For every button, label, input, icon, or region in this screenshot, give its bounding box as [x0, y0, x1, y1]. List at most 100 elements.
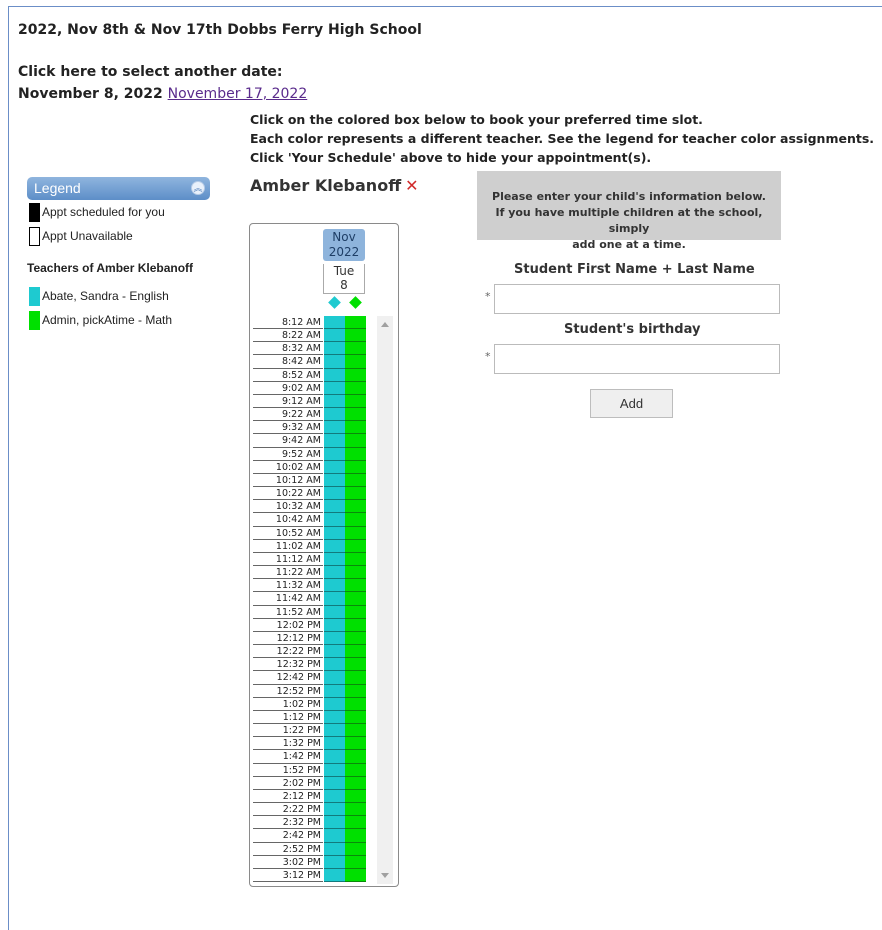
slot-teacher-b[interactable] — [345, 842, 366, 856]
slot-teacher-a[interactable] — [324, 434, 345, 448]
slot-teacher-b[interactable] — [345, 473, 366, 488]
slot-teacher-b[interactable] — [345, 460, 366, 474]
add-button[interactable]: Add — [590, 389, 673, 418]
slot-teacher-a[interactable] — [324, 566, 345, 580]
slot-teacher-a[interactable] — [324, 816, 345, 830]
legend-header[interactable]: Legend ︽ — [27, 177, 210, 200]
slot-teacher-a[interactable] — [324, 368, 345, 382]
slot-teacher-b[interactable] — [345, 500, 366, 514]
slot-teacher-b[interactable] — [345, 394, 366, 409]
slot-teacher-a[interactable] — [324, 605, 345, 619]
time-slot-row: 2:42 PM — [253, 829, 366, 843]
slot-teacher-b[interactable] — [345, 513, 366, 527]
slot-teacher-a[interactable] — [324, 724, 345, 738]
slot-teacher-b[interactable] — [345, 368, 366, 382]
slot-teacher-b[interactable] — [345, 631, 366, 646]
slot-teacher-a[interactable] — [324, 868, 345, 882]
slot-teacher-a[interactable] — [324, 645, 345, 659]
slot-teacher-a[interactable] — [324, 394, 345, 409]
collapse-icon[interactable]: ︽ — [191, 181, 205, 195]
slot-teacher-b[interactable] — [345, 579, 366, 593]
slot-teacher-a[interactable] — [324, 381, 345, 395]
slot-teacher-b[interactable] — [345, 829, 366, 843]
slot-teacher-a[interactable] — [324, 763, 345, 777]
slot-teacher-b[interactable] — [345, 342, 366, 356]
slot-teacher-b[interactable] — [345, 566, 366, 580]
slot-teacher-b[interactable] — [345, 434, 366, 448]
slot-teacher-b[interactable] — [345, 605, 366, 619]
slot-teacher-b[interactable] — [345, 421, 366, 435]
slot-teacher-b[interactable] — [345, 526, 366, 540]
slot-teacher-a[interactable] — [324, 671, 345, 685]
slot-teacher-b[interactable] — [345, 816, 366, 830]
slot-teacher-b[interactable] — [345, 316, 366, 330]
slot-teacher-a[interactable] — [324, 539, 345, 553]
slot-teacher-b[interactable] — [345, 658, 366, 672]
slot-teacher-a[interactable] — [324, 487, 345, 501]
slot-teacher-b[interactable] — [345, 868, 366, 882]
slot-teacher-b[interactable] — [345, 737, 366, 751]
slot-teacher-b[interactable] — [345, 645, 366, 659]
slot-teacher-b[interactable] — [345, 552, 366, 567]
slot-teacher-a[interactable] — [324, 737, 345, 751]
slot-teacher-a[interactable] — [324, 421, 345, 435]
slot-teacher-b[interactable] — [345, 684, 366, 698]
slot-teacher-a[interactable] — [324, 618, 345, 632]
slot-teacher-b[interactable] — [345, 408, 366, 422]
slot-teacher-b[interactable] — [345, 789, 366, 804]
slot-teacher-a[interactable] — [324, 552, 345, 567]
slot-teacher-b[interactable] — [345, 855, 366, 869]
slot-teacher-b[interactable] — [345, 447, 366, 461]
slot-teacher-b[interactable] — [345, 381, 366, 395]
slot-teacher-a[interactable] — [324, 342, 345, 356]
student-birthday-input[interactable] — [494, 344, 780, 374]
slot-teacher-b[interactable] — [345, 763, 366, 777]
slot-teacher-b[interactable] — [345, 750, 366, 764]
slot-teacher-a[interactable] — [324, 842, 345, 856]
slot-teacher-a[interactable] — [324, 631, 345, 646]
slot-teacher-a[interactable] — [324, 750, 345, 764]
remove-student-icon[interactable]: ✕ — [405, 176, 418, 195]
slot-teacher-b[interactable] — [345, 776, 366, 790]
slot-teacher-a[interactable] — [324, 658, 345, 672]
slot-teacher-a[interactable] — [324, 473, 345, 488]
slot-teacher-a[interactable] — [324, 355, 345, 369]
slot-time-label: 10:02 AM — [253, 461, 323, 474]
slot-teacher-a[interactable] — [324, 776, 345, 790]
slot-teacher-b[interactable] — [345, 592, 366, 606]
scroll-down-icon[interactable] — [381, 873, 389, 878]
slot-time-label: 11:12 AM — [253, 553, 323, 567]
slot-teacher-a[interactable] — [324, 500, 345, 514]
slot-teacher-a[interactable] — [324, 803, 345, 817]
slot-teacher-a[interactable] — [324, 460, 345, 474]
slot-teacher-b[interactable] — [345, 487, 366, 501]
slot-teacher-a[interactable] — [324, 789, 345, 804]
scroll-up-icon[interactable] — [381, 322, 389, 327]
slot-teacher-b[interactable] — [345, 329, 366, 343]
slot-teacher-a[interactable] — [324, 513, 345, 527]
slot-teacher-b[interactable] — [345, 539, 366, 553]
slot-teacher-a[interactable] — [324, 697, 345, 711]
slot-teacher-b[interactable] — [345, 803, 366, 817]
slot-time-label: 11:52 AM — [253, 606, 323, 619]
slot-teacher-b[interactable] — [345, 710, 366, 725]
slot-teacher-a[interactable] — [324, 592, 345, 606]
slot-teacher-b[interactable] — [345, 697, 366, 711]
slot-teacher-b[interactable] — [345, 671, 366, 685]
slot-teacher-a[interactable] — [324, 579, 345, 593]
slot-teacher-a[interactable] — [324, 710, 345, 725]
slot-teacher-a[interactable] — [324, 684, 345, 698]
slot-teacher-a[interactable] — [324, 329, 345, 343]
slot-teacher-a[interactable] — [324, 829, 345, 843]
calendar-scrollbar[interactable] — [377, 316, 393, 884]
slot-teacher-b[interactable] — [345, 355, 366, 369]
slot-teacher-a[interactable] — [324, 408, 345, 422]
slot-teacher-a[interactable] — [324, 447, 345, 461]
slot-teacher-a[interactable] — [324, 316, 345, 330]
slot-teacher-b[interactable] — [345, 618, 366, 632]
other-date-link[interactable]: November 17, 2022 — [168, 86, 308, 102]
slot-teacher-a[interactable] — [324, 526, 345, 540]
student-name-input[interactable] — [494, 284, 780, 314]
slot-teacher-b[interactable] — [345, 724, 366, 738]
slot-teacher-a[interactable] — [324, 855, 345, 869]
